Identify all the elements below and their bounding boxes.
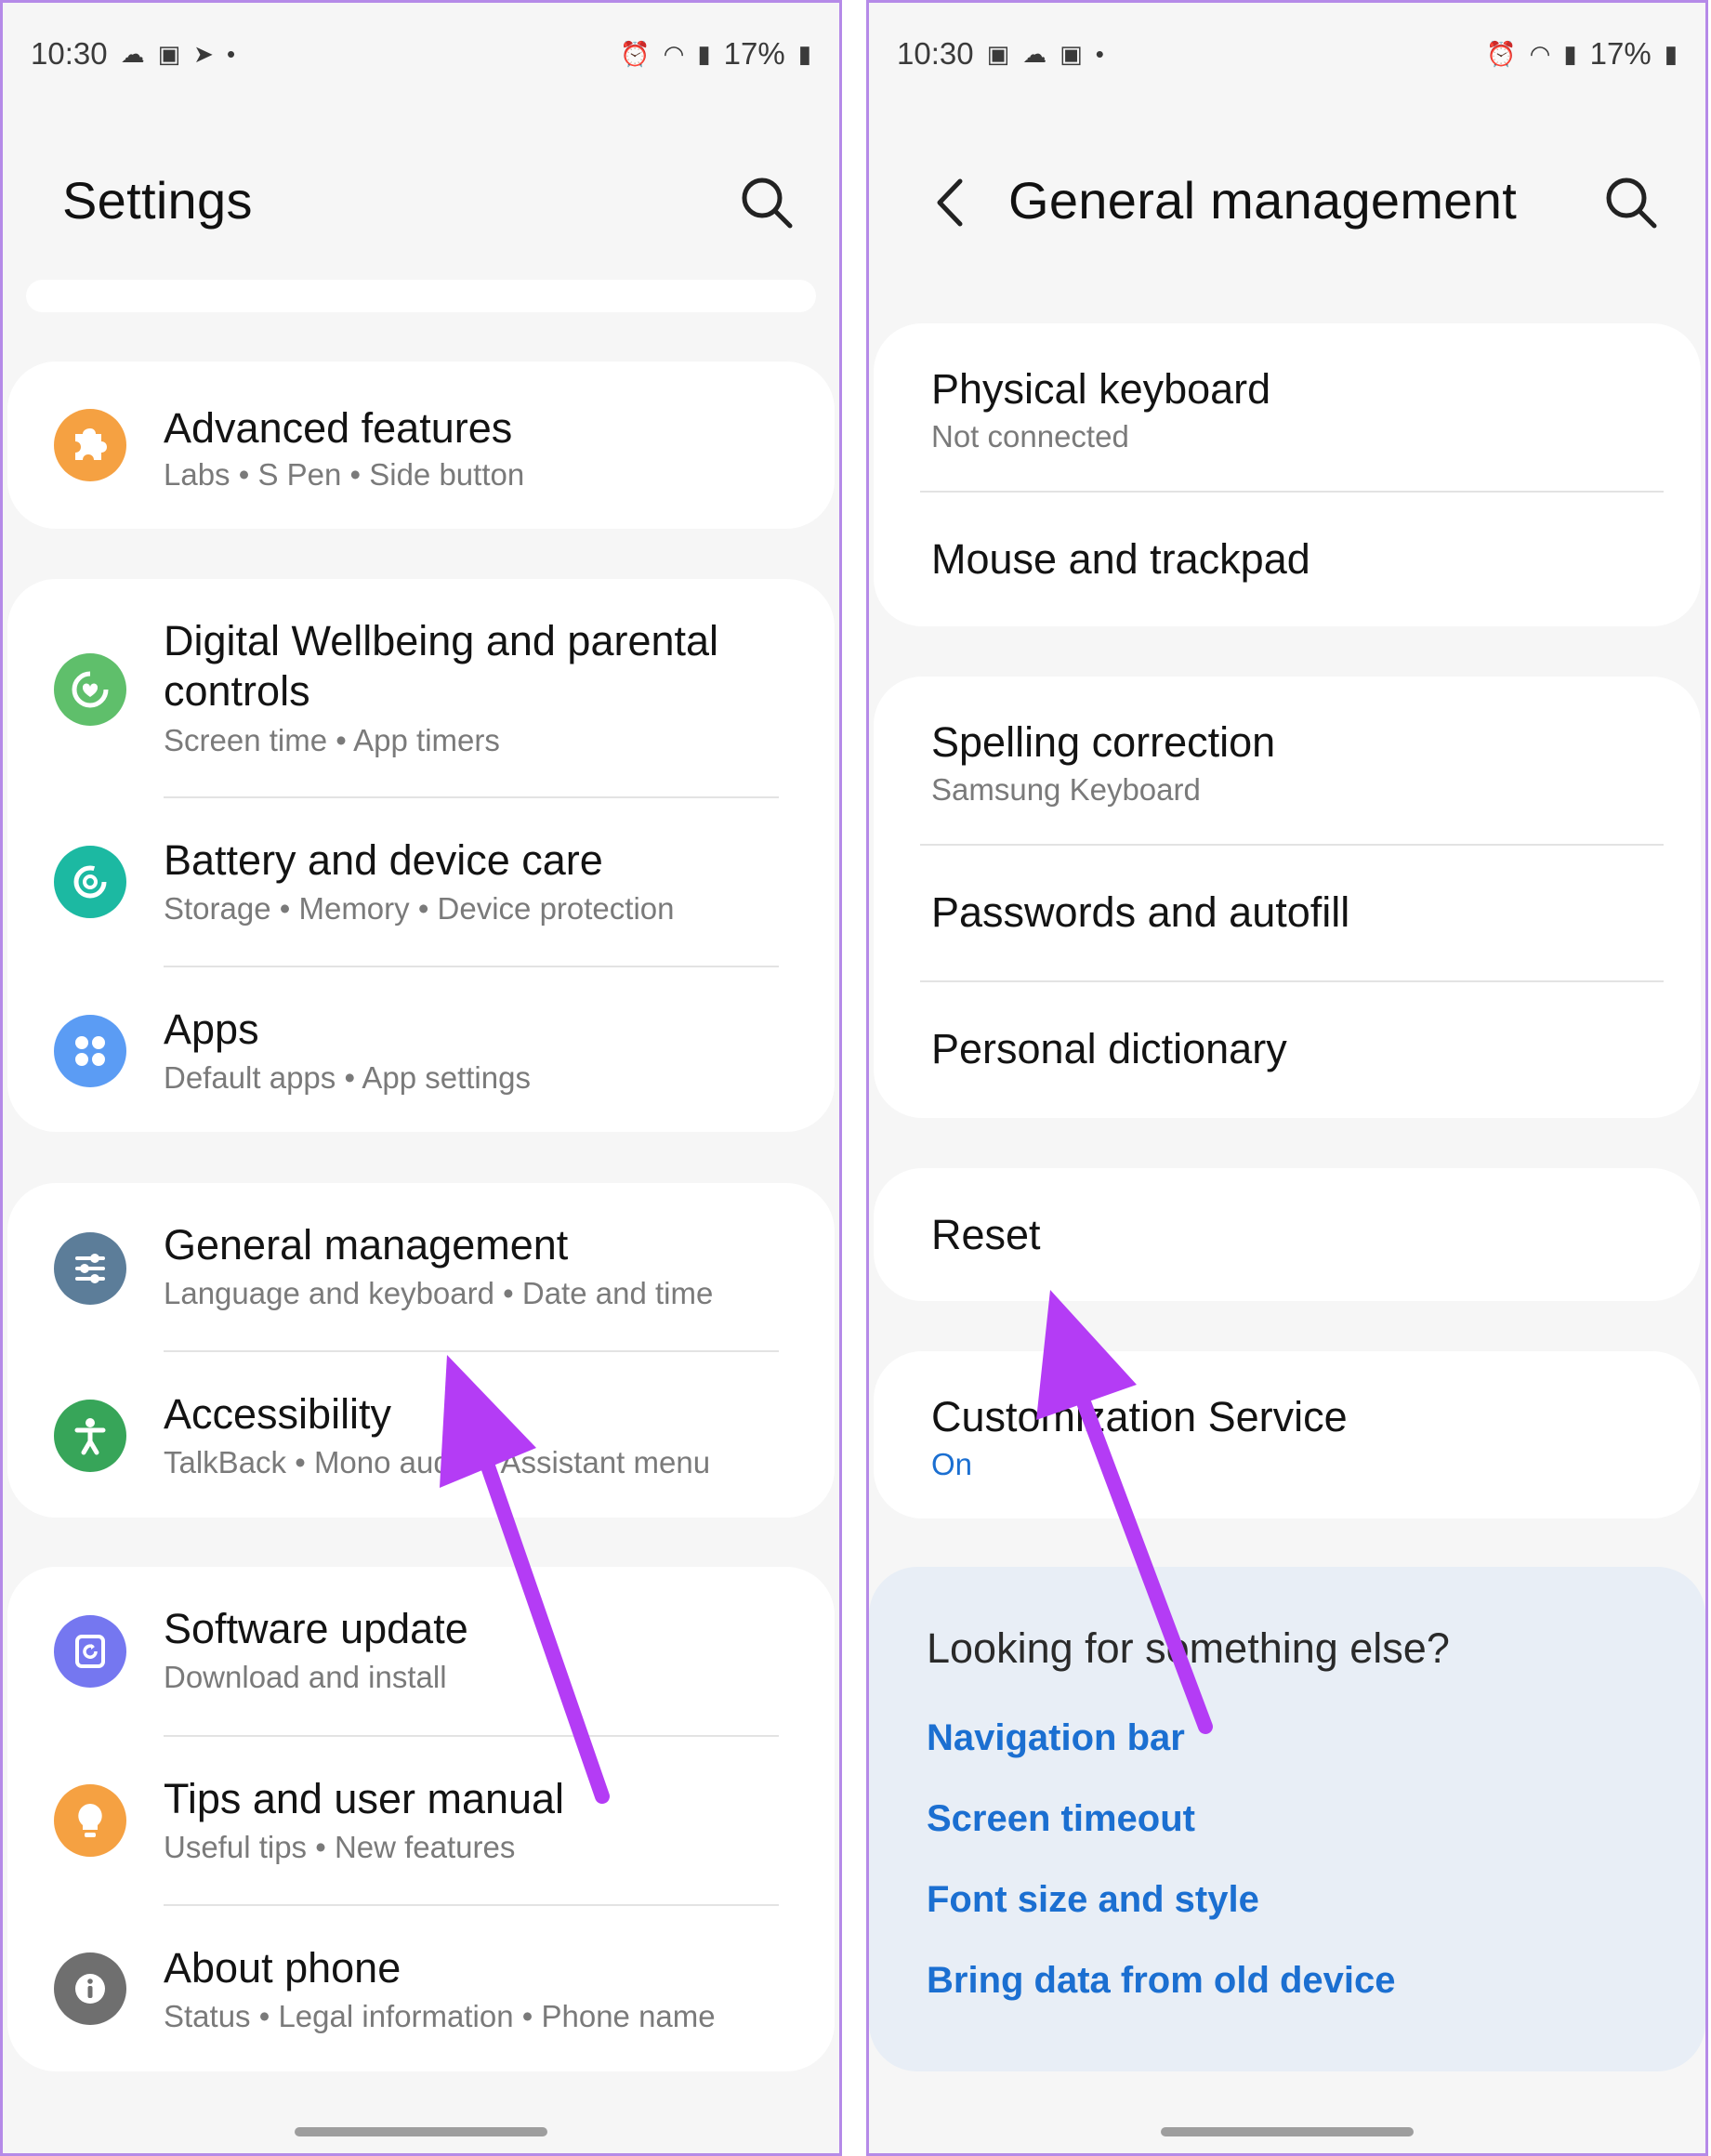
wellbeing-icon xyxy=(54,653,126,726)
page-title: Settings xyxy=(62,171,253,230)
settings-item-digital-wellbeing[interactable]: Digital Wellbeing and parental controls … xyxy=(7,579,835,797)
book-icon: ▣ xyxy=(157,39,181,68)
wifi-icon: ◠ xyxy=(1529,39,1551,68)
settings-card: Reset xyxy=(874,1168,1701,1301)
home-indicator[interactable] xyxy=(295,2127,547,2136)
suggestions-card: Looking for something else? Navigation b… xyxy=(869,1567,1705,2071)
page-title: General management xyxy=(1008,171,1518,230)
link-bring-data[interactable]: Bring data from old device xyxy=(927,1960,1396,2002)
send-icon: ➤ xyxy=(193,39,214,68)
item-title: Mouse and trackpad xyxy=(931,535,1310,583)
home-indicator[interactable] xyxy=(1161,2127,1414,2136)
settings-card: Software update Download and install Tip… xyxy=(7,1567,835,2071)
item-title: Spelling correction xyxy=(931,718,1276,766)
item-subtitle: Download and install xyxy=(164,1660,447,1694)
puzzle-icon xyxy=(54,409,126,481)
search-bar-edge xyxy=(26,280,816,312)
item-subtitle: Useful tips • New features xyxy=(164,1830,516,1864)
item-title: Tips and user manual xyxy=(164,1775,565,1822)
item-subtitle: Labs • S Pen • Side button xyxy=(164,457,525,492)
software-update-icon xyxy=(54,1615,126,1688)
settings-item-reset[interactable]: Reset xyxy=(874,1168,1701,1301)
settings-card: Physical keyboard Not connected Mouse an… xyxy=(874,323,1701,626)
info-icon xyxy=(54,1952,126,2025)
item-subtitle: Screen time • App timers xyxy=(164,723,500,757)
settings-card: Advanced features Labs • S Pen • Side bu… xyxy=(7,362,835,529)
battery-icon: ▮ xyxy=(797,39,811,68)
settings-item-physical-keyboard[interactable]: Physical keyboard Not connected xyxy=(874,323,1701,491)
link-font-size-style[interactable]: Font size and style xyxy=(927,1879,1259,1921)
settings-card: Spelling correction Samsung Keyboard Pas… xyxy=(874,677,1701,1118)
general-management-screen: 10:30 ▣ ☁ ▣ • ⏰ ◠ ▮ 17% ▮ General manage… xyxy=(866,0,1708,2156)
search-icon[interactable] xyxy=(1599,170,1664,235)
alarm-icon: ⏰ xyxy=(1486,39,1517,68)
settings-item-advanced-features[interactable]: Advanced features Labs • S Pen • Side bu… xyxy=(7,362,835,529)
sliders-icon xyxy=(54,1232,126,1305)
settings-item-mouse-trackpad[interactable]: Mouse and trackpad xyxy=(874,493,1701,626)
image-icon: ▣ xyxy=(986,39,1010,68)
item-title: About phone xyxy=(164,1944,401,1992)
item-subtitle: Default apps • App settings xyxy=(164,1060,531,1095)
battery-percent: 17% xyxy=(1589,36,1652,71)
link-screen-timeout[interactable]: Screen timeout xyxy=(927,1798,1195,1840)
settings-item-spelling-correction[interactable]: Spelling correction Samsung Keyboard xyxy=(874,677,1701,844)
wifi-icon: ◠ xyxy=(663,39,685,68)
item-status-on: On xyxy=(931,1447,973,1481)
item-subtitle: TalkBack • Mono audio • Assistant menu xyxy=(164,1445,711,1479)
item-subtitle: Language and keyboard • Date and time xyxy=(164,1276,714,1310)
book-icon: ▣ xyxy=(1060,39,1083,68)
status-bar: 10:30 ▣ ☁ ▣ • ⏰ ◠ ▮ 17% ▮ xyxy=(897,31,1678,77)
item-title: Physical keyboard xyxy=(931,365,1271,413)
device-care-icon xyxy=(54,846,126,918)
item-title: Battery and device care xyxy=(164,836,603,884)
alarm-icon: ⏰ xyxy=(620,39,651,68)
item-title: Apps xyxy=(164,1006,259,1053)
item-subtitle: Samsung Keyboard xyxy=(931,772,1201,807)
link-navigation-bar[interactable]: Navigation bar xyxy=(927,1717,1185,1759)
battery-percent: 17% xyxy=(723,36,785,71)
item-title: Advanced features xyxy=(164,404,513,452)
settings-item-tips-user-manual[interactable]: Tips and user manual Useful tips • New f… xyxy=(7,1737,835,1904)
battery-icon: ▮ xyxy=(1664,39,1678,68)
item-subtitle: Status • Legal information • Phone name xyxy=(164,1999,716,2033)
settings-item-passwords-autofill[interactable]: Passwords and autofill xyxy=(874,846,1701,980)
cloud-icon: ☁ xyxy=(1022,39,1047,68)
accessibility-icon xyxy=(54,1400,126,1472)
item-title: Reset xyxy=(931,1211,1041,1258)
item-title: Digital Wellbeing and parental controls xyxy=(164,617,719,715)
settings-card: General management Language and keyboard… xyxy=(7,1183,835,1518)
status-time: 10:30 xyxy=(897,36,974,71)
search-icon[interactable] xyxy=(734,170,799,235)
settings-item-apps[interactable]: Apps Default apps • App settings xyxy=(7,967,835,1132)
settings-screen: 10:30 ☁ ▣ ➤ • ⏰ ◠ ▮ 17% ▮ Settings Advan… xyxy=(0,0,842,2156)
bulb-icon xyxy=(54,1784,126,1857)
settings-item-accessibility[interactable]: Accessibility TalkBack • Mono audio • As… xyxy=(7,1352,835,1518)
settings-item-personal-dictionary[interactable]: Personal dictionary xyxy=(874,982,1701,1118)
suggestions-title: Looking for something else? xyxy=(927,1624,1450,1672)
signal-icon: ▮ xyxy=(697,39,711,68)
status-time: 10:30 xyxy=(31,36,108,71)
status-bar: 10:30 ☁ ▣ ➤ • ⏰ ◠ ▮ 17% ▮ xyxy=(31,31,811,77)
item-title: Software update xyxy=(164,1605,468,1652)
settings-item-software-update[interactable]: Software update Download and install xyxy=(7,1567,835,1736)
settings-item-customization-service[interactable]: Customization Service On xyxy=(874,1351,1701,1518)
signal-icon: ▮ xyxy=(1563,39,1577,68)
cloud-icon: ☁ xyxy=(120,39,145,68)
settings-item-about-phone[interactable]: About phone Status • Legal information •… xyxy=(7,1906,835,2071)
settings-card: Digital Wellbeing and parental controls … xyxy=(7,579,835,1132)
item-title: Passwords and autofill xyxy=(931,888,1350,936)
settings-card: Customization Service On xyxy=(874,1351,1701,1518)
item-title: Accessibility xyxy=(164,1390,392,1438)
notification-dot-icon: • xyxy=(226,39,236,68)
back-arrow-icon[interactable] xyxy=(921,170,986,235)
apps-icon xyxy=(54,1015,126,1087)
settings-item-battery-device-care[interactable]: Battery and device care Storage • Memory… xyxy=(7,798,835,966)
notification-dot-icon: • xyxy=(1095,39,1104,68)
item-title: Personal dictionary xyxy=(931,1025,1287,1072)
item-title: General management xyxy=(164,1221,569,1269)
item-subtitle: Storage • Memory • Device protection xyxy=(164,891,675,926)
item-subtitle: Not connected xyxy=(931,419,1129,454)
item-title: Customization Service xyxy=(931,1393,1348,1440)
settings-item-general-management[interactable]: General management Language and keyboard… xyxy=(7,1183,835,1351)
